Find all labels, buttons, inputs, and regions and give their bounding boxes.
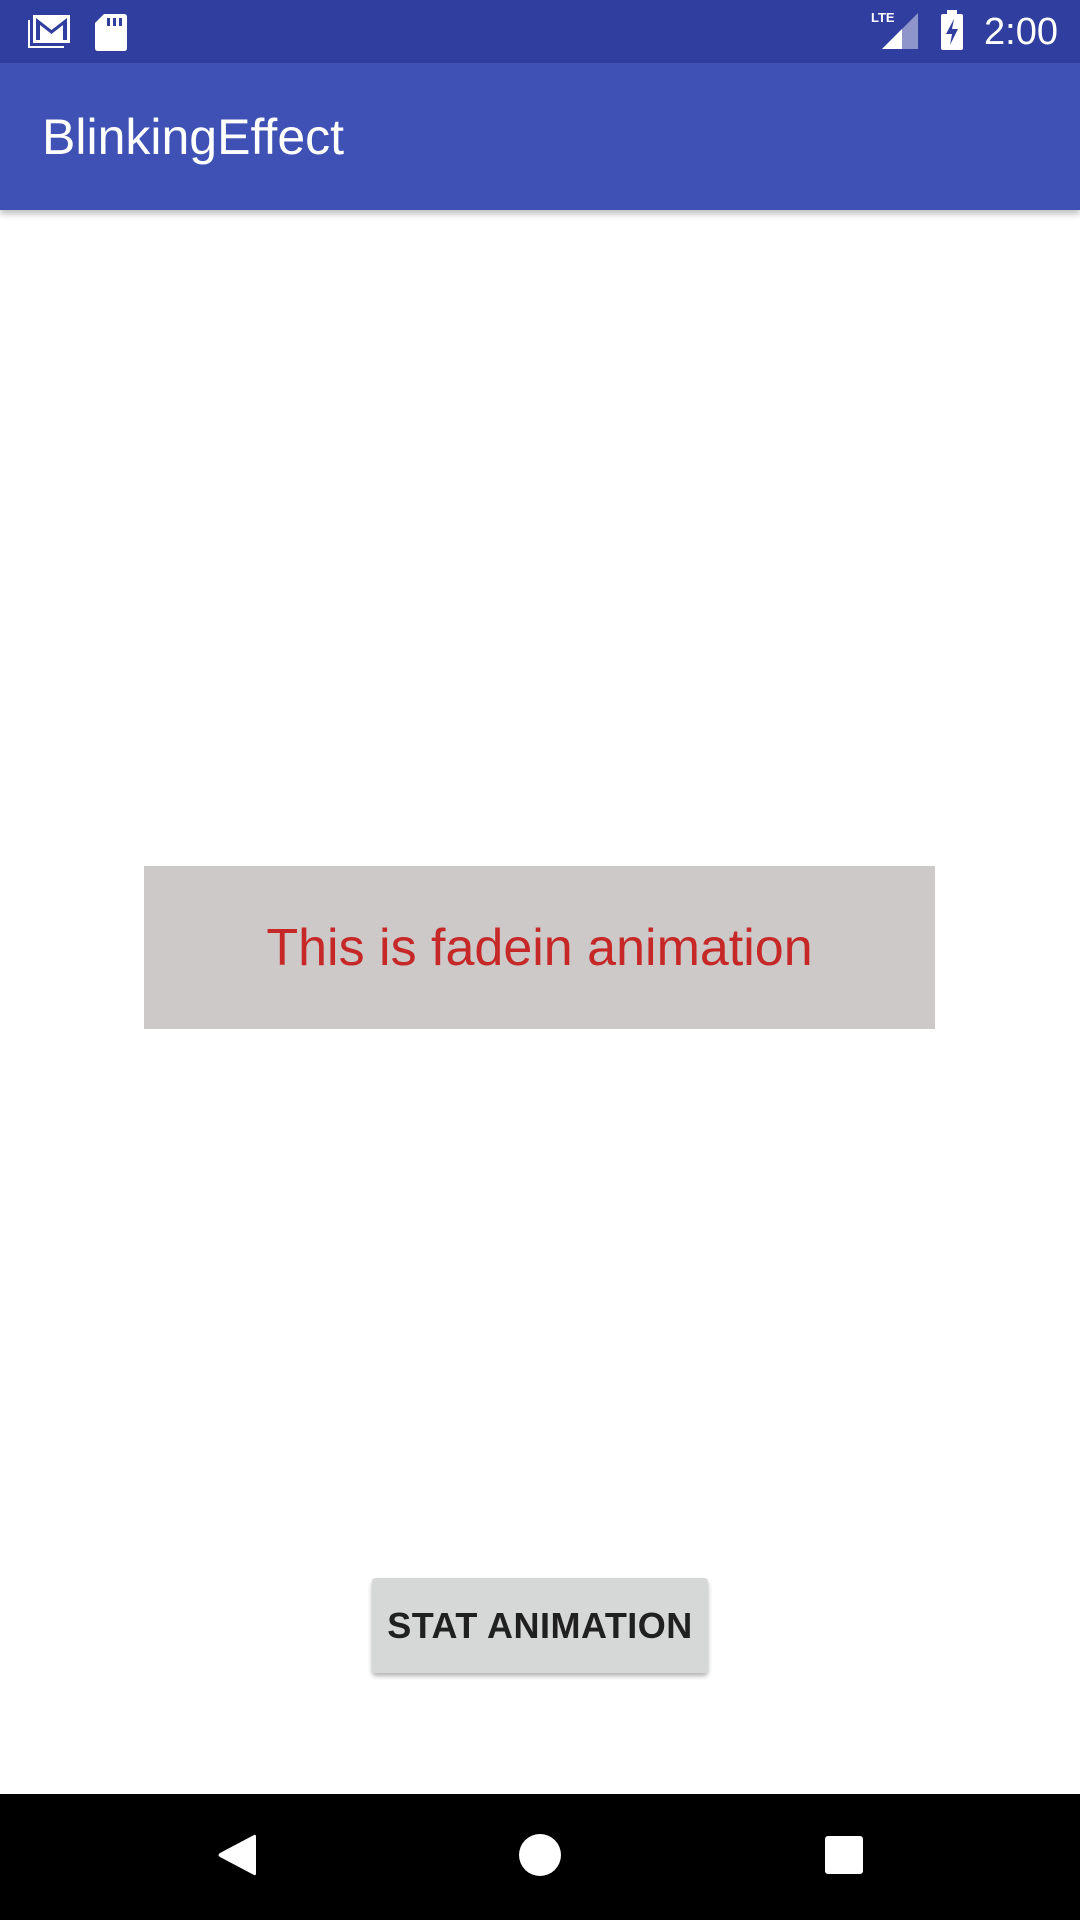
- lte-signal-icon: LTE: [870, 9, 920, 56]
- svg-text:LTE: LTE: [871, 10, 895, 25]
- recents-button[interactable]: [774, 1794, 914, 1920]
- gmail-notification-icon: [24, 12, 72, 57]
- navigation-bar: [0, 1794, 1080, 1920]
- home-icon: [517, 1832, 563, 1883]
- recents-icon: [823, 1834, 865, 1881]
- status-bar: LTE 2:00: [0, 0, 1080, 63]
- home-button[interactable]: [470, 1794, 610, 1920]
- battery-charging-icon: [938, 9, 966, 56]
- fadein-text-box: This is fadein animation: [144, 866, 935, 1029]
- back-button[interactable]: [166, 1794, 306, 1920]
- sd-card-icon: [94, 12, 128, 57]
- start-animation-button[interactable]: STAT ANIMATION: [372, 1578, 708, 1673]
- back-icon: [214, 1831, 258, 1884]
- fadein-animation-text: This is fadein animation: [266, 918, 813, 977]
- status-clock: 2:00: [984, 11, 1058, 53]
- notification-icons: [24, 12, 128, 57]
- app-bar: BlinkingEffect: [0, 63, 1080, 210]
- app-title: BlinkingEffect: [42, 109, 345, 165]
